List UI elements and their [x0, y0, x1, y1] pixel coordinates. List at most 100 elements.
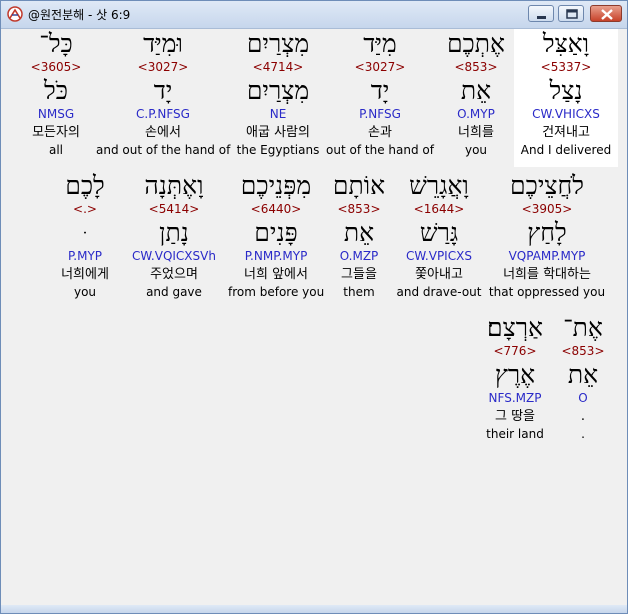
strong-number[interactable]: <6440> [228, 202, 324, 218]
strong-number[interactable]: <.> [48, 202, 122, 218]
korean-gloss: 너희 앞에서 [244, 267, 308, 282]
strong-number[interactable]: <853> [556, 344, 610, 360]
korean-gloss: 너희에게 [61, 267, 109, 282]
lemma-word: כֹּל [44, 76, 68, 105]
word-block[interactable]: אֶתְכֶם <853> אֵת O.MYP 너희를 you [431, 29, 521, 167]
korean-gloss: . [580, 409, 586, 424]
strong-number[interactable]: <5337> [514, 60, 618, 76]
strong-number[interactable]: <4714> [231, 60, 325, 76]
strong-number[interactable]: <3605> [21, 60, 91, 76]
strong-number[interactable]: <3027> [96, 60, 230, 76]
morphology-code: P.MYP [67, 249, 103, 263]
word-block[interactable]: וָאֶתְּנָה <5414> נָתַן CW.VQICXSVh 주었으며… [126, 171, 222, 309]
word-block[interactable]: מִפְּנֵיכֶם <6440> פָּנִים P.NMP.MYP 너희 … [228, 171, 324, 309]
english-gloss: . [581, 427, 585, 441]
morphology-code: NFS.MZP [488, 391, 542, 405]
hebrew-word: לֹחֲצֵיכֶם [510, 171, 584, 200]
korean-gloss: 건져내고 [542, 125, 590, 140]
korean-gloss: 쫓아내고 [415, 267, 463, 282]
app-logo-icon [7, 6, 23, 22]
verse-analysis-panel: וָאַצִּל <5337> נָצַל CW.VHICXS 건져내고 And… [6, 29, 618, 605]
hebrew-word: מִיַּד [363, 29, 397, 58]
word-block[interactable]: וָאַצִּל <5337> נָצַל CW.VHICXS 건져내고 And… [514, 29, 618, 167]
korean-gloss: 그들을 [341, 267, 377, 282]
morphology-code: O.MZP [339, 249, 379, 263]
word-block[interactable]: אַרְצָם׃ <776> אֶרֶץ NFS.MZP 그 땅을 their … [476, 313, 554, 451]
english-gloss: and gave [146, 285, 202, 299]
window-bottom-border [1, 605, 627, 613]
korean-gloss: 그 땅을 [494, 409, 535, 424]
strong-number[interactable]: <3905> [486, 202, 608, 218]
maximize-icon [566, 9, 578, 19]
strong-number[interactable]: <5414> [126, 202, 222, 218]
strong-number[interactable]: <3027> [324, 60, 436, 76]
hebrew-word: וּמִיַּד [143, 29, 183, 58]
hebrew-word: אֶתְכֶם [446, 29, 506, 58]
word-block[interactable]: אוֹתָם <853> אֵת O.MZP 그들을 them [324, 171, 394, 309]
lemma-word: יָד [153, 76, 173, 105]
strong-number[interactable]: <853> [431, 60, 521, 76]
minimize-icon [537, 16, 546, 19]
word-block[interactable]: לֹחֲצֵיכֶם <3905> לָחַץ VQPAMP.MYP 너희를 학… [486, 171, 608, 309]
app-window: @원전분해 - 삿 6:9 וָאַצִּל <5337> נָצַל CW.V… [0, 0, 628, 614]
word-block[interactable]: לָכֶם <.> ּ P.MYP 너희에게 you [48, 171, 122, 309]
hebrew-word: וָאֶתְּנָה [144, 171, 204, 200]
morphology-code: NMSG [37, 107, 75, 121]
english-gloss: their land [486, 427, 544, 441]
english-gloss: And I delivered [520, 143, 612, 157]
hebrew-word: כָּל־ [39, 29, 73, 58]
lemma-word: פָּנִים [254, 218, 298, 247]
morphology-code: NE [269, 107, 287, 121]
korean-gloss: 주었으며 [150, 267, 198, 282]
lemma-word: מִצְרַיִם [246, 76, 310, 105]
morphology-code: CW.VPICXS [406, 249, 472, 263]
lemma-word: אֵת [343, 218, 375, 247]
lemma-word: ּ [48, 218, 122, 249]
english-gloss: them [343, 285, 375, 299]
maximize-button[interactable] [558, 5, 584, 22]
korean-gloss: 모든자의 [32, 125, 80, 140]
morphology-code: C.P.NFSG [136, 107, 190, 121]
korean-gloss: 손과 [368, 125, 392, 140]
word-block[interactable]: וּמִיַּד <3027> יָד C.P.NFSG 손에서 and out… [96, 29, 230, 167]
english-gloss: you [73, 285, 97, 299]
morphology-code: CW.VHICXS [532, 107, 600, 121]
english-gloss: the Egyptians [236, 143, 320, 157]
hebrew-word: וָאַצִּל [542, 29, 590, 58]
korean-gloss: 애굽 사람의 [246, 125, 310, 140]
morphology-code: P.NMP.MYP [244, 249, 308, 263]
strong-number[interactable]: <853> [324, 202, 394, 218]
hebrew-word: וָאֲגָרֵשׁ [409, 171, 469, 200]
korean-gloss: 손에서 [145, 125, 181, 140]
lemma-word: נָצַל [549, 76, 583, 105]
lemma-word: אֶרֶץ [494, 360, 536, 389]
morphology-code: CW.VQICXSVh [132, 249, 216, 263]
hebrew-word: לָכֶם [65, 171, 105, 200]
lemma-word: גָּרַשׁ [419, 218, 459, 247]
title-bar[interactable]: @원전분해 - 삿 6:9 [1, 1, 627, 29]
word-block[interactable]: וָאֲגָרֵשׁ <1644> גָּרַשׁ CW.VPICXS 쫓아내고… [394, 171, 484, 309]
window-title: @원전분해 - 삿 6:9 [28, 8, 131, 22]
word-block[interactable]: מִיַּד <3027> יָד P.NFSG 손과 out of the h… [324, 29, 436, 167]
morphology-code: O.MYP [457, 107, 495, 121]
lemma-word: לָחַץ [527, 218, 567, 247]
english-gloss: and out of the hand of [96, 143, 231, 157]
english-gloss: and drave-out [396, 285, 482, 299]
english-gloss: out of the hand of [326, 143, 434, 157]
close-button[interactable] [590, 5, 622, 22]
morphology-code: VQPAMP.MYP [508, 249, 586, 263]
english-gloss: you [464, 143, 488, 157]
hebrew-word: אֶת־ [563, 313, 603, 342]
lemma-word: אֵת [460, 76, 492, 105]
morphology-code: O [578, 391, 588, 405]
strong-number[interactable]: <776> [476, 344, 554, 360]
korean-gloss: 너희를 학대하는 [503, 267, 591, 282]
minimize-button[interactable] [528, 5, 554, 22]
word-block[interactable]: אֶת־ <853> אֵת O . . [556, 313, 610, 451]
hebrew-word: מִפְּנֵיכֶם [240, 171, 312, 200]
strong-number[interactable]: <1644> [394, 202, 484, 218]
hebrew-word: אוֹתָם [332, 171, 386, 200]
lemma-word: אֵת [567, 360, 599, 389]
word-block[interactable]: כָּל־ <3605> כֹּל NMSG 모든자의 all [21, 29, 91, 167]
word-block[interactable]: מִצְרַיִם <4714> מִצְרַיִם NE 애굽 사람의 the… [231, 29, 325, 167]
